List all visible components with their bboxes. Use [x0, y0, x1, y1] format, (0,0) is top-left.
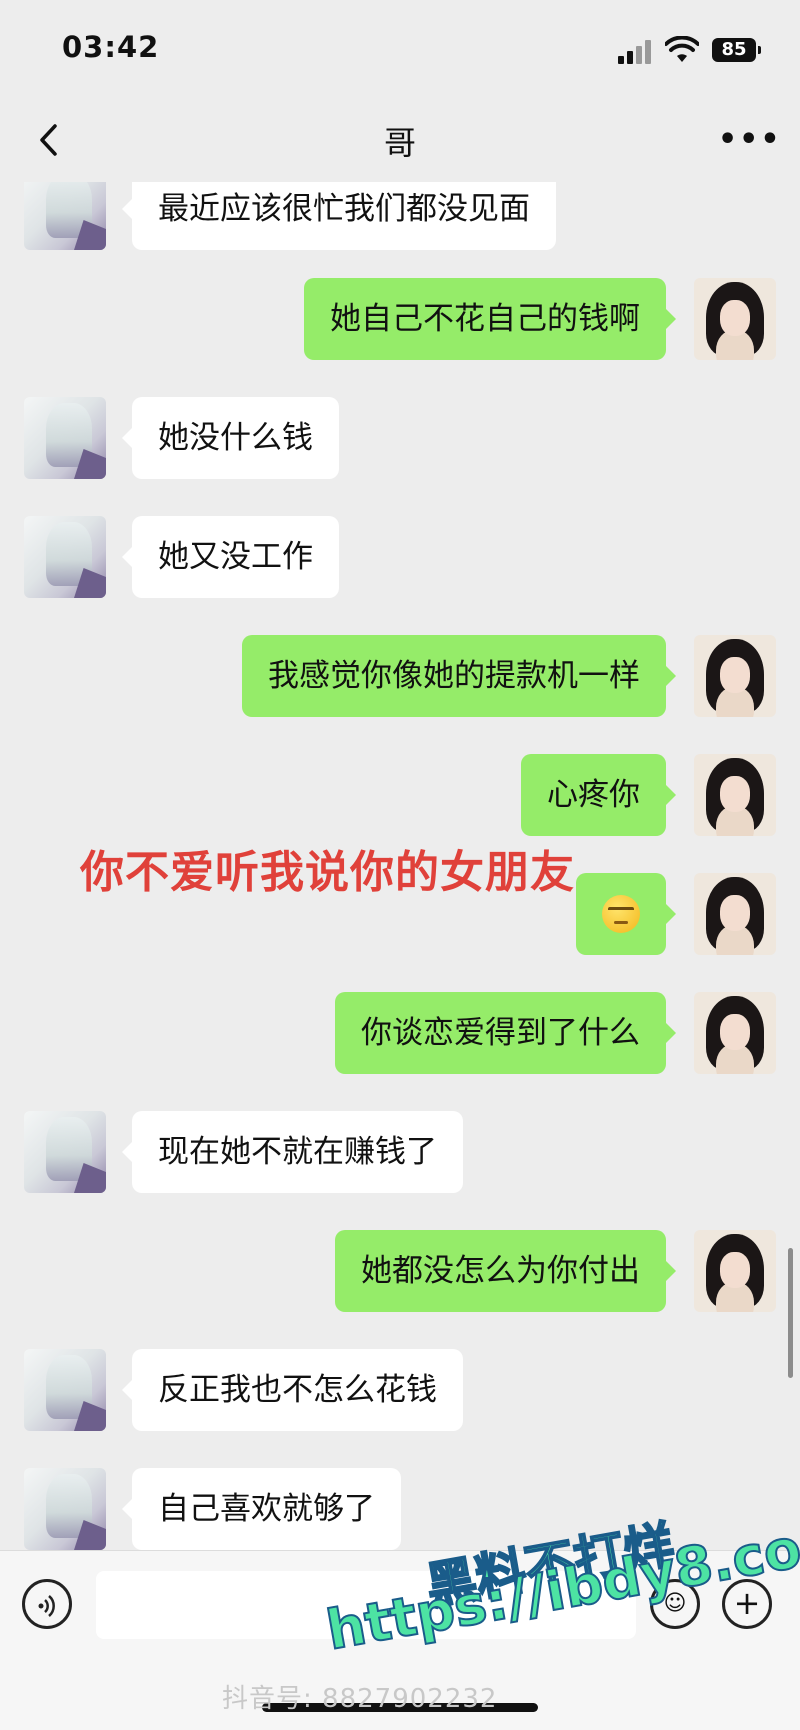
contact-avatar[interactable]: [24, 397, 106, 479]
message-bubble-outgoing[interactable]: 你谈恋爱得到了什么: [335, 992, 676, 1074]
battery-indicator: 85: [712, 38, 761, 62]
more-dots-icon[interactable]: •••: [718, 120, 780, 160]
wifi-icon: [665, 36, 699, 62]
chat-header: 哥 •••: [0, 100, 800, 182]
message-bubble-incoming[interactable]: 最近应该很忙我们都没见面: [122, 182, 556, 250]
message-bubble-outgoing[interactable]: 她都没怎么为你付出: [335, 1230, 676, 1312]
contact-avatar[interactable]: [24, 516, 106, 598]
message-bubble-outgoing[interactable]: 她自己不花自己的钱啊: [304, 278, 676, 360]
douyin-watermark: 抖音号: 8827902232: [222, 1684, 498, 1714]
message-bubble-incoming[interactable]: 她没什么钱: [122, 397, 339, 479]
overlay-caption: 你不爱听我说你的女朋友: [80, 847, 575, 898]
chat-title: 哥: [383, 124, 416, 162]
message-bubble-incoming[interactable]: 自己喜欢就够了: [122, 1468, 401, 1550]
self-avatar[interactable]: [694, 992, 776, 1074]
cellular-signal-icon: [618, 40, 654, 64]
self-avatar[interactable]: [694, 278, 776, 360]
side-eye-emoji-icon: [602, 894, 640, 933]
self-avatar[interactable]: [694, 873, 776, 955]
self-avatar[interactable]: [694, 1230, 776, 1312]
contact-avatar[interactable]: [24, 182, 106, 250]
self-avatar[interactable]: [694, 635, 776, 717]
contact-avatar[interactable]: [24, 1111, 106, 1193]
self-avatar[interactable]: [694, 754, 776, 836]
status-time: 03:42: [62, 30, 160, 64]
message-bubble-incoming[interactable]: 现在她不就在赚钱了: [122, 1111, 463, 1193]
voice-waves-icon: [38, 1594, 55, 1617]
voice-icon[interactable]: [22, 1579, 72, 1629]
contact-avatar[interactable]: [24, 1468, 106, 1550]
message-bubble-incoming[interactable]: 她又没工作: [122, 516, 339, 598]
status-bar: 03:42 85: [0, 0, 800, 100]
message-bubble-outgoing[interactable]: [576, 873, 676, 955]
message-bubble-outgoing[interactable]: 我感觉你像她的提款机一样: [242, 635, 676, 717]
contact-avatar[interactable]: [24, 1349, 106, 1431]
message-bubble-incoming[interactable]: 反正我也不怎么花钱: [122, 1349, 463, 1431]
message-bubble-outgoing[interactable]: 心疼你: [521, 754, 676, 836]
scrollbar[interactable]: [788, 1248, 793, 1378]
